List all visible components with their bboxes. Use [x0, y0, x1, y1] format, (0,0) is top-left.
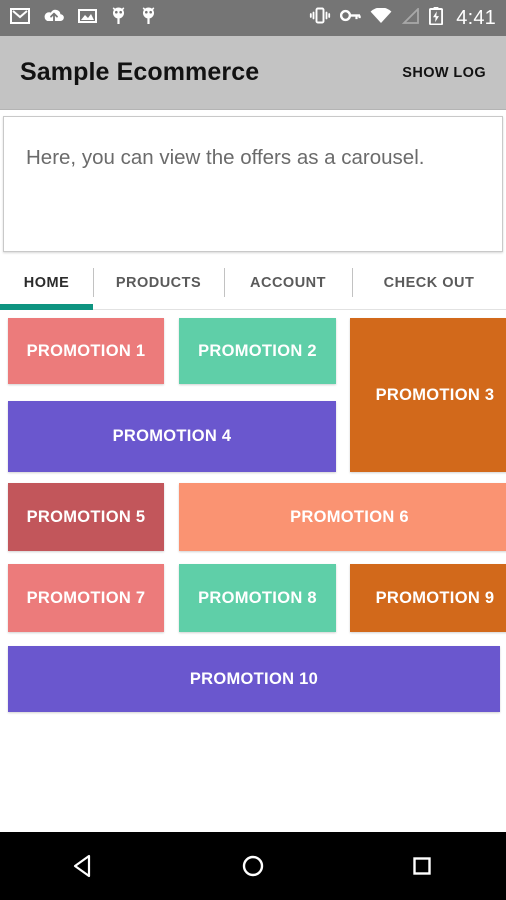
vibrate-icon	[309, 7, 331, 29]
promotion-tile[interactable]: PROMOTION 4	[8, 401, 336, 472]
vpn-key-icon	[340, 9, 361, 27]
promotion-grid: PROMOTION 1 PROMOTION 2 PROMOTION 3 PROMOTI…	[0, 310, 506, 820]
tab-check-out[interactable]: CHECK OUT	[352, 256, 506, 309]
promotion-label: PROMOTION 1	[26, 341, 146, 360]
tab-products[interactable]: PRODUCTS	[93, 256, 224, 309]
image-icon	[78, 8, 97, 29]
tab-bar: HOME PRODUCTS ACCOUNT CHECK OUT	[0, 256, 506, 310]
status-bar-system-icons: 4:41	[309, 6, 496, 30]
phone-screen: 4:41 Sample Ecommerce SHOW LOG Here, you…	[0, 0, 506, 900]
promotion-tile[interactable]: PROMOTION 10	[8, 646, 500, 712]
promotion-label: PROMOTION 4	[112, 427, 232, 445]
signal-icon	[401, 6, 420, 29]
tab-account[interactable]: ACCOUNT	[224, 256, 352, 309]
tab-home[interactable]: HOME	[0, 256, 93, 309]
promotion-tile[interactable]: PROMOTION 8	[179, 564, 336, 632]
promotion-label: PROMOTION 9	[375, 588, 495, 607]
promotion-tile[interactable]: PROMOTION 7	[8, 564, 164, 632]
gmail-icon	[10, 7, 30, 29]
promotion-tile[interactable]: PROMOTION 2	[179, 318, 336, 384]
android-bug-icon-2	[140, 6, 157, 30]
status-bar: 4:41	[0, 0, 506, 36]
tab-label: ACCOUNT	[250, 274, 326, 291]
promotion-label: PROMOTION 5	[26, 507, 146, 526]
tab-label: HOME	[23, 274, 70, 291]
promotion-tile[interactable]: PROMOTION 1	[8, 318, 164, 384]
promotion-label: PROMOTION 3	[375, 385, 495, 404]
promotion-tile[interactable]: PROMOTION 3	[350, 318, 506, 472]
home-button[interactable]	[223, 832, 283, 900]
android-bug-icon	[110, 6, 127, 30]
promotion-label: PROMOTION 7	[26, 588, 146, 607]
info-card: Here, you can view the offers as a carou…	[3, 116, 503, 252]
promotion-label: PROMOTION 8	[198, 588, 317, 607]
tab-label: CHECK OUT	[383, 274, 475, 291]
info-card-container: Here, you can view the offers as a carou…	[0, 110, 506, 256]
tab-label: PRODUCTS	[115, 274, 202, 291]
battery-charging-icon	[429, 6, 444, 30]
promotion-tile[interactable]: PROMOTION 6	[179, 483, 506, 551]
promotion-label: PROMOTION 10	[189, 669, 319, 688]
promotion-label: PROMOTION 6	[290, 507, 409, 526]
recents-button[interactable]	[392, 832, 452, 900]
app-bar: Sample Ecommerce SHOW LOG	[0, 36, 506, 110]
android-navigation-bar	[0, 832, 506, 900]
show-log-button[interactable]: SHOW LOG	[402, 65, 486, 81]
cloud-upload-icon	[43, 7, 65, 29]
promotion-label: PROMOTION 2	[198, 341, 317, 360]
promotion-tile[interactable]: PROMOTION 9	[350, 564, 506, 632]
page-title: Sample Ecommerce	[20, 58, 260, 86]
wifi-icon	[370, 6, 392, 29]
back-button[interactable]	[54, 832, 114, 900]
info-card-text: Here, you can view the offers as a carou…	[26, 146, 425, 169]
promotion-tile[interactable]: PROMOTION 5	[8, 483, 164, 551]
status-bar-notification-icons	[10, 6, 157, 30]
status-bar-clock: 4:41	[456, 6, 496, 29]
